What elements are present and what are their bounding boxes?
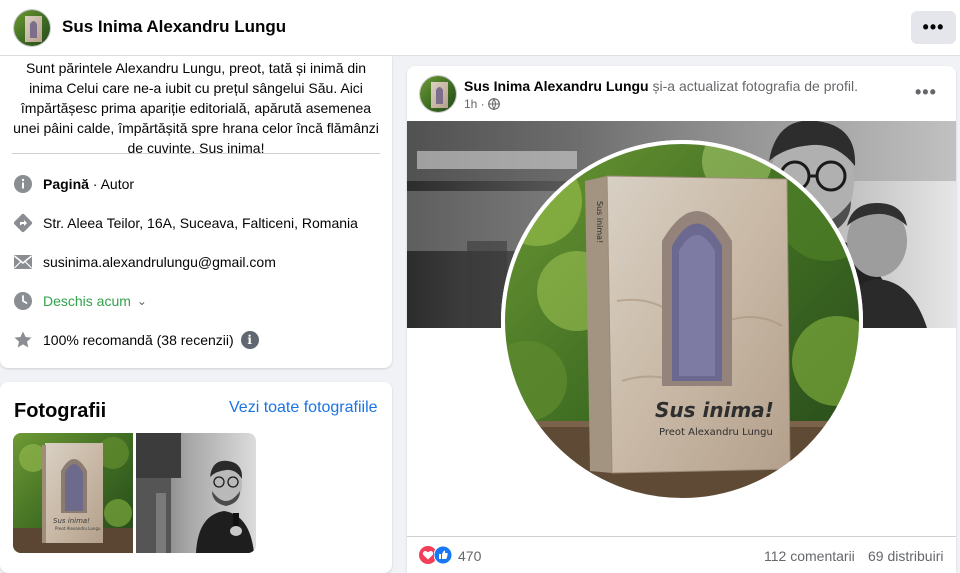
post-author-avatar[interactable] — [419, 75, 457, 113]
directions-icon — [12, 212, 34, 234]
book-cover-title: Sus inima! — [655, 398, 774, 422]
photos-card: Fotografii Vezi toate fotografiile Sus i… — [0, 382, 392, 573]
category-row: Pagină · Autor — [12, 172, 134, 196]
email-row[interactable]: susinima.alexandrulungu@gmail.com — [12, 250, 276, 274]
star-icon — [12, 329, 34, 351]
chevron-down-icon[interactable]: ⌄ — [137, 294, 147, 308]
like-icon — [434, 546, 452, 564]
page-header: Sus Inima Alexandru Lungu ••• — [0, 0, 960, 56]
info-icon — [12, 173, 34, 195]
svg-text:Preot Alexandru Lungu: Preot Alexandru Lungu — [55, 526, 101, 531]
post-action-text: și-a actualizat fotografia de profil. — [648, 78, 858, 94]
address-text: Str. Aleea Teilor, 16A, Suceava, Faltice… — [43, 215, 358, 231]
hours-row[interactable]: Deschis acum ⌄ — [12, 289, 147, 313]
svg-text:Sus inima!: Sus inima! — [53, 517, 90, 525]
photo-thumbnail-book[interactable]: Sus inima! Preot Alexandru Lungu — [13, 433, 133, 553]
email-link[interactable]: susinima.alexandrulungu@gmail.com — [43, 254, 276, 270]
intro-card: Sunt părintele Alexandru Lungu, preot, t… — [0, 56, 392, 368]
post-author-name[interactable]: Sus Inima Alexandru Lungu — [464, 78, 649, 94]
clock-icon — [12, 290, 34, 312]
more-options-button[interactable]: ••• — [911, 11, 956, 44]
category-value: · Autor — [92, 176, 135, 192]
category-label: Pagină — [43, 176, 89, 192]
post-more-options-button[interactable]: ••• — [915, 82, 937, 103]
reaction-icons[interactable] — [419, 546, 452, 564]
post-time-text: 1h · — [464, 97, 485, 111]
shares-count[interactable]: 69 distribuiri — [868, 548, 943, 564]
rating-row: 100% recomandă (38 recenzii) i — [12, 328, 259, 352]
mail-icon — [12, 251, 34, 273]
page-avatar[interactable] — [13, 9, 51, 47]
photos-title: Fotografii — [14, 400, 107, 422]
open-status[interactable]: Deschis acum — [43, 293, 131, 309]
rating-text: 100% recomandă (38 recenzii) — [43, 332, 234, 348]
address-row[interactable]: Str. Aleea Teilor, 16A, Suceava, Faltice… — [12, 211, 358, 235]
book-cover-author: Preot Alexandru Lungu — [659, 427, 773, 438]
post-header-text: Sus Inima Alexandru Lungu și-a actualiza… — [464, 78, 858, 94]
svg-text:Sus inima!: Sus inima! — [595, 201, 604, 243]
rating-info-icon[interactable]: i — [240, 331, 259, 349]
photo-thumbnail-author[interactable] — [136, 433, 256, 553]
page-bio: Sunt părintele Alexandru Lungu, preot, t… — [13, 60, 379, 156]
post-card: Sus Inima Alexandru Lungu și-a actualiza… — [407, 66, 956, 573]
intro-divider — [12, 153, 380, 154]
post-timestamp[interactable]: 1h · — [464, 97, 500, 111]
comments-count[interactable]: 112 comentarii — [764, 548, 855, 564]
see-all-photos-link[interactable]: Vezi toate fotografiile — [229, 399, 378, 417]
globe-icon — [487, 98, 500, 110]
reactions-count[interactable]: 470 — [458, 548, 481, 564]
reactions-bar: 470 112 comentarii 69 distribuiri — [407, 536, 956, 573]
post-photo[interactable]: Sus inima! Preot Alexandru Lungu Sus ini… — [407, 121, 956, 536]
page-title[interactable]: Sus Inima Alexandru Lungu — [62, 17, 286, 37]
